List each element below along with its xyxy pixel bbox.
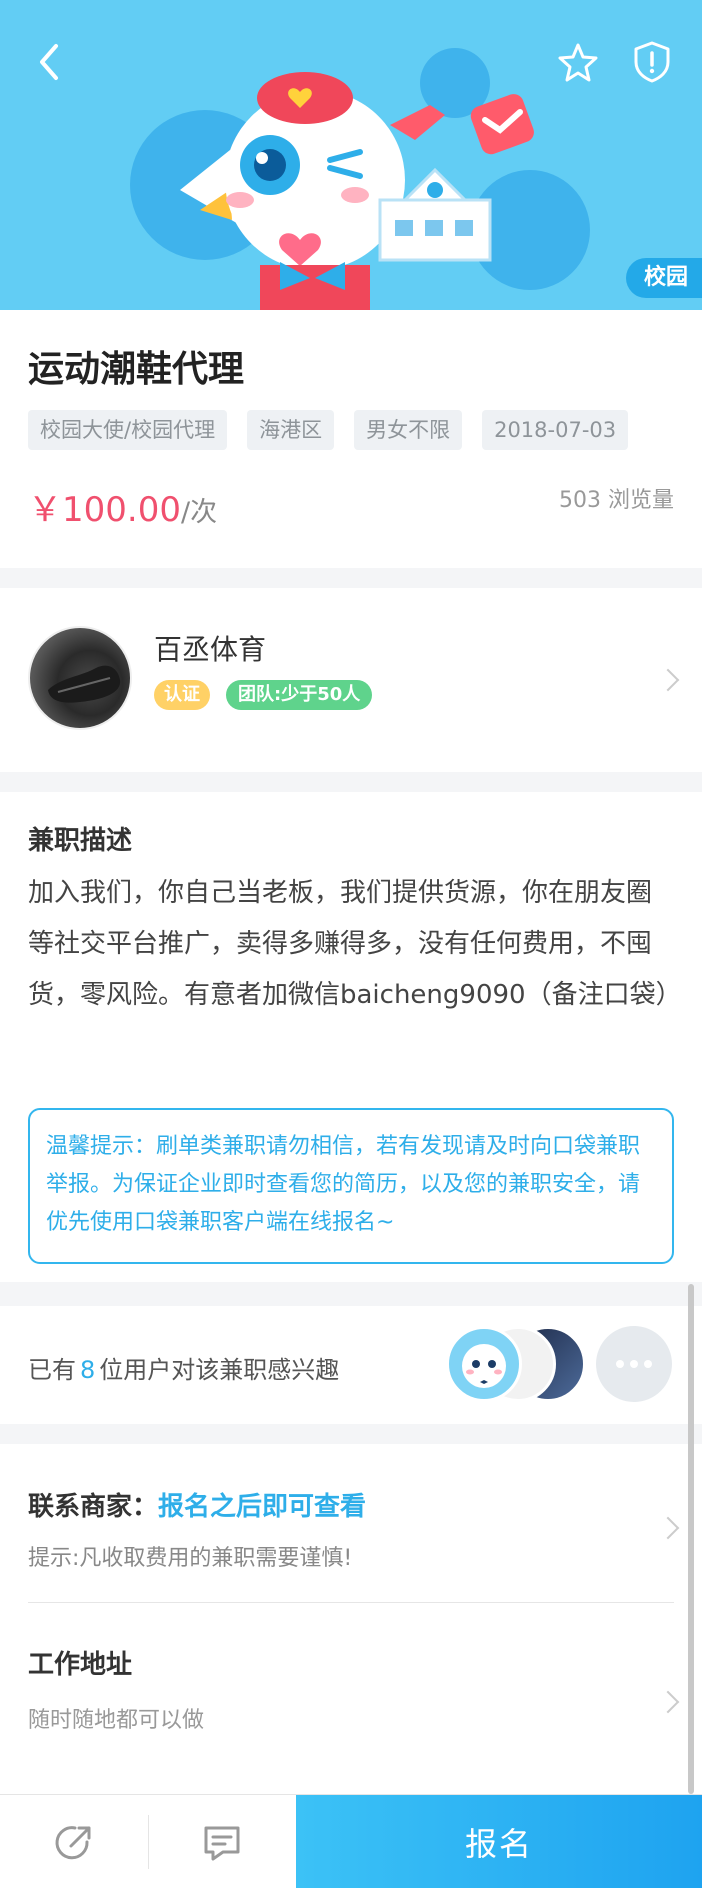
contact-section: 联系商家：报名之后即可查看 提示:凡收取费用的兼职需要谨慎! 工作地址 随时随地… bbox=[0, 1444, 702, 1806]
price-value: ￥100.00 bbox=[28, 490, 181, 530]
job-info: 运动潮鞋代理 校园大使/校园代理 海港区 男女不限 2018-07-03 ￥10… bbox=[0, 310, 702, 568]
company-name: 百丞体育 bbox=[154, 633, 267, 666]
report-button[interactable] bbox=[624, 34, 680, 90]
tag-gender: 男女不限 bbox=[354, 410, 463, 450]
chevron-right-icon bbox=[656, 668, 680, 692]
verified-badge: 认证 bbox=[154, 680, 210, 710]
signup-button[interactable]: 报名 bbox=[296, 1795, 702, 1888]
warning-notice: 温馨提示：刷单类兼职请勿相信，若有发现请及时向口袋兼职举报。为保证企业即时查看您… bbox=[28, 1108, 674, 1264]
interest-prefix: 已有 bbox=[28, 1356, 76, 1384]
tag-date: 2018-07-03 bbox=[482, 410, 629, 450]
description-title: 兼职描述 bbox=[28, 826, 133, 856]
back-icon bbox=[40, 44, 58, 80]
campus-tag: 校园 bbox=[625, 258, 702, 298]
address-title: 工作地址 bbox=[28, 1650, 133, 1680]
favorite-button[interactable] bbox=[550, 34, 606, 90]
interest-count: 8 bbox=[80, 1356, 96, 1384]
price-unit: /次 bbox=[180, 497, 218, 528]
job-description: 兼职描述 加入我们，你自己当老板，我们提供货源，你在朋友圈等社交平台推广，卖得多… bbox=[0, 792, 702, 1282]
contact-row[interactable]: 联系商家：报名之后即可查看 bbox=[28, 1486, 366, 1523]
share-button[interactable] bbox=[46, 1815, 102, 1871]
scrollbar[interactable] bbox=[688, 1284, 694, 1794]
company-avatar bbox=[28, 626, 132, 730]
job-tags: 校园大使/校园代理 海港区 男女不限 2018-07-03 bbox=[28, 410, 629, 450]
mascot-illustration bbox=[180, 72, 534, 310]
chevron-right-icon bbox=[656, 1690, 680, 1714]
banner: 校园 bbox=[0, 0, 702, 310]
star-icon bbox=[558, 43, 598, 82]
contact-value: 报名之后即可查看 bbox=[158, 1492, 367, 1522]
contact-label: 联系商家： bbox=[28, 1492, 159, 1522]
tag-district: 海港区 bbox=[247, 410, 335, 450]
divider bbox=[148, 1815, 149, 1869]
bottom-bar: 报名 bbox=[0, 1794, 702, 1888]
contact-hint: 提示:凡收取费用的兼职需要谨慎! bbox=[28, 1546, 353, 1571]
price: ￥100.00/次 bbox=[28, 482, 217, 531]
message-icon bbox=[204, 1826, 240, 1861]
divider bbox=[28, 1602, 674, 1603]
chevron-right-icon bbox=[656, 1516, 680, 1540]
job-title: 运动潮鞋代理 bbox=[28, 349, 245, 390]
tag-category: 校园大使/校园代理 bbox=[28, 410, 228, 450]
interested-users[interactable]: 已有 8 位用户对该兼职感兴趣 bbox=[0, 1306, 702, 1424]
company-row[interactable]: 百丞体育 认证 团队:少于50人 bbox=[0, 588, 702, 772]
view-count: 503 浏览量 bbox=[559, 488, 674, 513]
share-icon bbox=[55, 1826, 91, 1860]
address-value: 随时随地都可以做 bbox=[28, 1708, 205, 1733]
shield-alert-icon bbox=[634, 41, 670, 83]
message-button[interactable] bbox=[194, 1815, 250, 1871]
back-button[interactable] bbox=[22, 34, 78, 90]
user-avatar bbox=[446, 1326, 522, 1402]
interest-text: 已有 8 位用户对该兼职感兴趣 bbox=[28, 1350, 339, 1385]
team-size-badge: 团队:少于50人 bbox=[226, 680, 373, 710]
description-body: 加入我们，你自己当老板，我们提供货源，你在朋友圈等社交平台推广，卖得多赚得多，没… bbox=[28, 878, 682, 1010]
interest-suffix: 位用户对该兼职感兴趣 bbox=[99, 1356, 340, 1384]
more-users-button[interactable] bbox=[596, 1326, 672, 1402]
